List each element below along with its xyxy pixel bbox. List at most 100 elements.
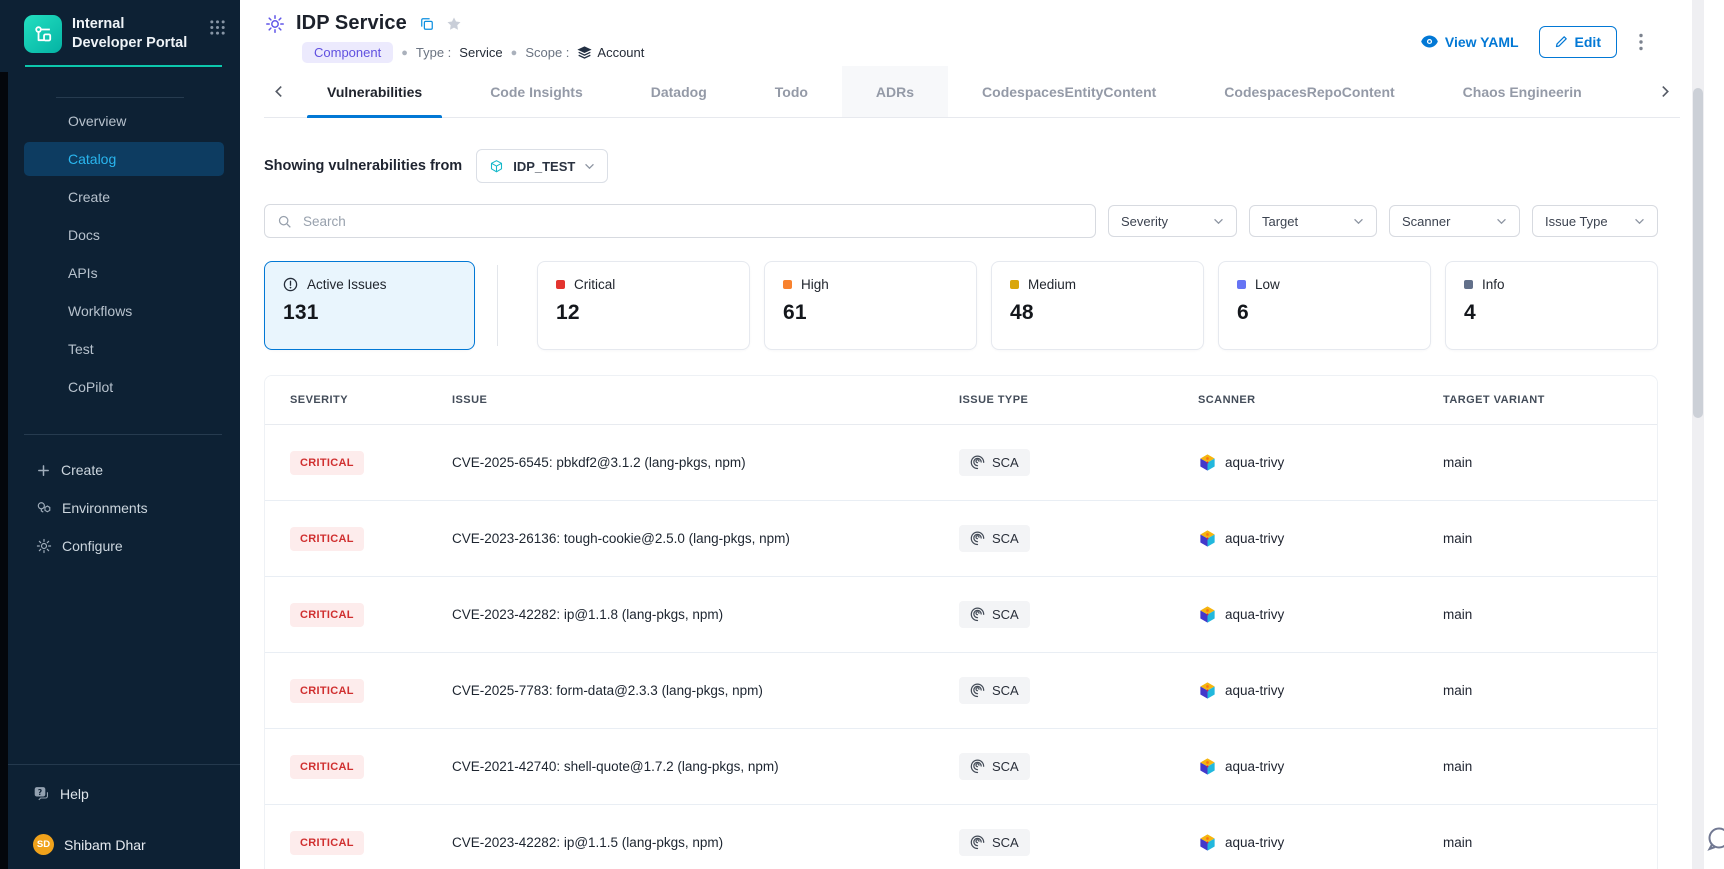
sidebar-item-test[interactable]: Test <box>24 332 224 366</box>
tab-code-insights[interactable]: Code Insights <box>456 66 617 117</box>
sidebar-item-apis[interactable]: APIs <box>24 256 224 290</box>
sidebar-action-configure[interactable]: Configure <box>0 531 240 561</box>
filter-scanner[interactable]: Scanner <box>1389 205 1520 237</box>
alert-circle-icon <box>283 277 298 292</box>
table-row[interactable]: CRITICAL CVE-2021-42740: shell-quote@1.7.… <box>265 729 1657 805</box>
issue-cell: CVE-2021-42740: shell-quote@1.7.2 (lang-… <box>452 758 959 776</box>
issue-type-label: SCA <box>992 531 1019 546</box>
severity-badge: CRITICAL <box>290 755 364 779</box>
table-row[interactable]: CRITICALCVE-2025-6545: pbkdf2@3.1.2 (lan… <box>265 425 1657 501</box>
issue-text: CVE-2023-26136: tough-cookie@2.5.0 (lang… <box>452 531 790 546</box>
tab-datadog[interactable]: Datadog <box>617 66 741 117</box>
view-yaml-button[interactable]: View YAML <box>1421 34 1519 50</box>
portal-title: Internal Developer Portal <box>72 15 190 53</box>
scanner-name: aqua-trivy <box>1225 455 1284 470</box>
issue-cell: CVE-2023-42282: ip@1.1.5 (lang-pkgs, npm… <box>452 834 959 852</box>
sidebar-header: Internal Developer Portal <box>0 0 240 53</box>
tabs-scroll-right-icon[interactable] <box>1651 66 1680 117</box>
stat-value: 4 <box>1464 301 1639 325</box>
chat-widget-icon[interactable] <box>1702 824 1724 861</box>
table-row[interactable]: CRITICALCVE-2023-42282: ip@1.1.5 (lang-p… <box>265 805 1657 869</box>
kind-badge: Component <box>302 42 393 63</box>
module-grid-icon[interactable] <box>209 19 226 41</box>
edit-button[interactable]: Edit <box>1539 26 1617 58</box>
showing-row: Showing vulnerabilities from IDP_TEST <box>264 149 1658 183</box>
sidebar-action-create[interactable]: Create <box>0 455 240 485</box>
issue-text: CVE-2025-6545: pbkdf2@3.1.2 (lang-pkgs, … <box>452 455 746 470</box>
tab-codespacesrepocontent[interactable]: CodespacesRepoContent <box>1190 66 1428 117</box>
chevron-down-icon <box>1353 218 1364 225</box>
table-row[interactable]: CRITICALCVE-2023-26136: tough-cookie@2.5… <box>265 501 1657 577</box>
col-header-severity: SEVERITY <box>290 394 452 406</box>
scanner-name: aqua-trivy <box>1225 607 1284 622</box>
stat-value: 48 <box>1010 301 1185 325</box>
showing-label: Showing vulnerabilities from <box>264 158 462 174</box>
sidebar-actions: Create Environments Configure <box>0 455 240 569</box>
sidebar-item-overview[interactable]: Overview <box>24 104 224 138</box>
sidebar-action-environments[interactable]: Environments <box>0 493 240 523</box>
issue-cell: CVE-2023-42282: ip@1.1.8 (lang-pkgs, npm… <box>452 606 959 624</box>
scanner-name: aqua-trivy <box>1225 835 1284 850</box>
user-menu[interactable]: SD Shibam Dhar <box>33 834 240 855</box>
tab-adrs[interactable]: ADRs <box>842 66 948 117</box>
edit-label: Edit <box>1575 34 1601 50</box>
sidebar-item-catalog[interactable]: Catalog <box>24 142 224 176</box>
severity-badge: CRITICAL <box>290 679 364 703</box>
col-header-issue: ISSUE <box>452 394 959 406</box>
stat-card-low[interactable]: Low6 <box>1218 261 1431 350</box>
tab-chaos-engineerin[interactable]: Chaos Engineerin <box>1429 66 1616 117</box>
sidebar-item-docs[interactable]: Docs <box>24 218 224 252</box>
severity-cell: CRITICAL <box>290 679 452 703</box>
search-input[interactable] <box>301 213 1083 230</box>
medium-dot-icon <box>1010 280 1019 289</box>
table-row[interactable]: CRITICALCVE-2025-7783: form-data@2.3.3 (… <box>265 653 1657 729</box>
stat-head: Critical <box>556 277 731 292</box>
main-area: IDP Service <box>240 0 1724 869</box>
source-select-value: IDP_TEST <box>513 159 575 174</box>
stat-card-high[interactable]: High61 <box>764 261 977 350</box>
aqua-trivy-icon <box>1198 757 1217 776</box>
star-icon[interactable] <box>446 16 462 32</box>
sidebar-item-workflows[interactable]: Workflows <box>24 294 224 328</box>
sca-swirl-icon <box>970 759 985 774</box>
issue-type-cell: SCA <box>959 449 1198 476</box>
stat-card-info[interactable]: Info4 <box>1445 261 1658 350</box>
kebab-menu-icon[interactable] <box>1637 31 1645 53</box>
sca-swirl-icon <box>970 835 985 850</box>
scanner-cell: aqua-trivy <box>1198 529 1443 548</box>
page-scrollbar[interactable] <box>1692 0 1704 869</box>
filter-issue-type[interactable]: Issue Type <box>1532 205 1658 237</box>
sca-swirl-icon <box>970 607 985 622</box>
tabs-scroll-left-icon[interactable] <box>264 66 293 117</box>
stat-card-critical[interactable]: Critical12 <box>537 261 750 350</box>
tab-vulnerabilities[interactable]: Vulnerabilities <box>293 66 456 117</box>
vulnerabilities-table: SEVERITY ISSUE ISSUE TYPE SCANNER TARGET… <box>264 375 1658 869</box>
sidebar-item-copilot[interactable]: CoPilot <box>24 370 224 404</box>
issue-type-label: SCA <box>992 835 1019 850</box>
sidebar-divider <box>56 97 184 98</box>
issue-type-label: SCA <box>992 455 1019 470</box>
issue-type-chip: SCA <box>959 677 1030 704</box>
plus-icon <box>36 463 51 478</box>
tab-todo[interactable]: Todo <box>741 66 842 117</box>
scrollbar-thumb[interactable] <box>1693 88 1703 418</box>
scope-value-wrap: Account <box>577 45 644 60</box>
help-button[interactable]: ? Help <box>33 785 240 802</box>
stat-card-active-issues[interactable]: Active Issues 131 <box>264 261 475 350</box>
sidebar-item-create[interactable]: Create <box>24 180 224 214</box>
severity-cards: Critical12High61Medium48Low6Info4 <box>523 261 1658 350</box>
sca-swirl-icon <box>970 455 985 470</box>
search-box <box>264 204 1096 238</box>
stat-card-medium[interactable]: Medium48 <box>991 261 1204 350</box>
source-select[interactable]: IDP_TEST <box>476 149 608 183</box>
tab-codespacesentitycontent[interactable]: CodespacesEntityContent <box>948 66 1190 117</box>
filter-severity[interactable]: Severity <box>1108 205 1237 237</box>
target-variant: main <box>1443 531 1657 546</box>
scanner-name: aqua-trivy <box>1225 759 1284 774</box>
copy-icon[interactable] <box>420 17 434 31</box>
info-dot-icon <box>1464 280 1473 289</box>
filter-target[interactable]: Target <box>1249 205 1377 237</box>
meta-separator: ● <box>511 47 518 59</box>
table-row[interactable]: CRITICALCVE-2023-42282: ip@1.1.8 (lang-p… <box>265 577 1657 653</box>
table-body: CRITICAL CVE-2025-6545: pbkdf2@3.1.2 (lan… <box>265 425 1657 869</box>
